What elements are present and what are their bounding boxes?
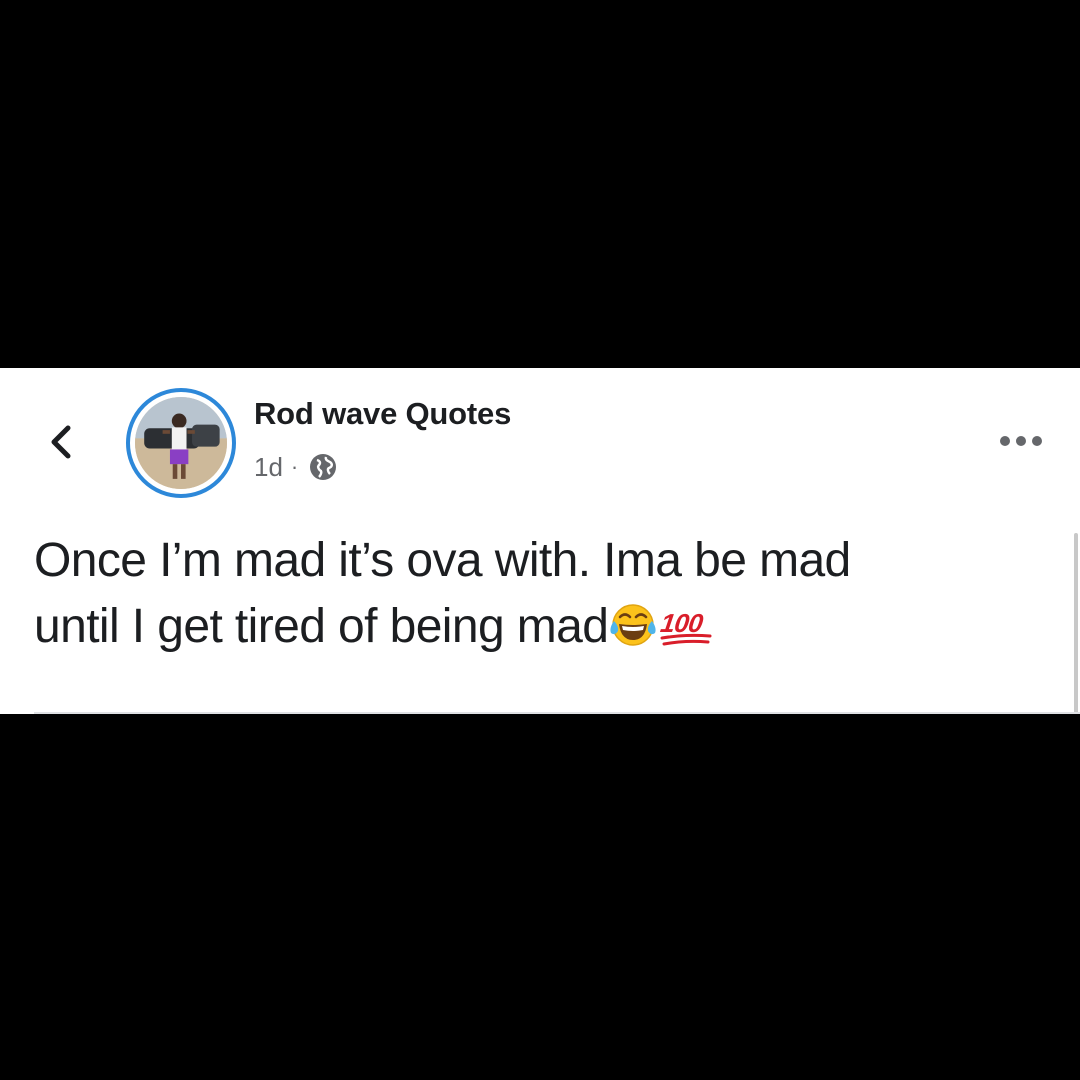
globe-icon [310,454,337,480]
avatar-photo [135,397,227,489]
screenshot-frame: Rod wave Quotes 1d · Once I’m mad it’s o… [0,0,1080,1080]
scrollbar[interactable] [1074,533,1078,714]
back-chevron-icon [51,425,71,459]
page-name-link[interactable]: Rod wave Quotes [254,396,511,432]
avatar[interactable] [126,388,236,498]
post-text-line-1: Once I’m mad it’s ova with. Ima be mad [34,534,851,587]
svg-text:100: 100 [659,608,706,638]
meta-separator: · [290,454,299,479]
post-text-line-2: until I get tired of being mad [34,600,609,653]
post-meta: 1d · [254,450,338,484]
post-text: Once I’m mad it’s ova with. Ima be mad u… [34,528,1064,660]
hundred-points-emoji-icon: 100 [659,608,712,646]
divider [34,712,1080,714]
more-options-button[interactable] [996,428,1046,454]
post-timestamp[interactable]: 1d [254,452,283,483]
tears-of-joy-emoji-icon [610,604,656,646]
back-button[interactable] [40,420,84,464]
more-options-icon [1000,436,1042,446]
facebook-post: Rod wave Quotes 1d · Once I’m mad it’s o… [0,368,1080,714]
